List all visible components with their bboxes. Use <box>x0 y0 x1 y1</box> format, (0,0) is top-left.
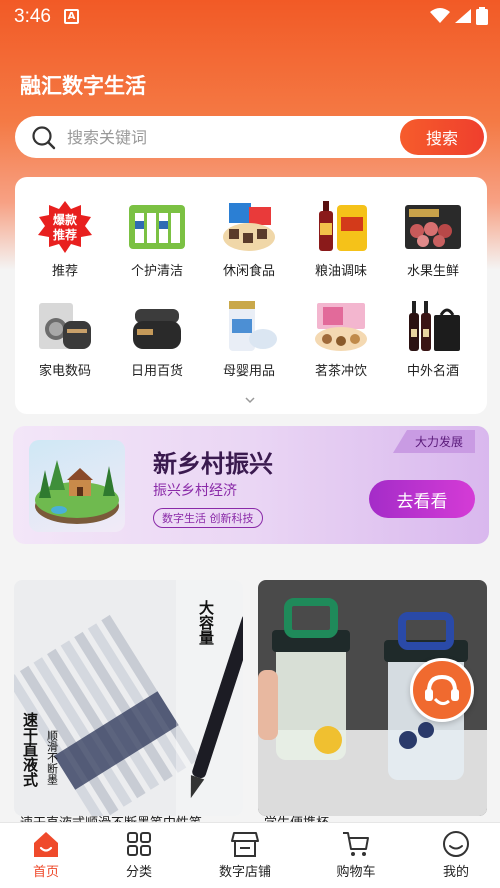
search-input[interactable] <box>67 116 397 158</box>
category-item-baby[interactable]: 母婴用品 <box>203 299 295 379</box>
wine-icon <box>403 299 463 355</box>
banner-subtitle: 振兴乡村经济 <box>153 483 237 499</box>
category-label: 中外名酒 <box>406 364 459 379</box>
grain-oil-icon <box>311 199 371 255</box>
home-icon <box>34 832 58 857</box>
snack-food-icon <box>219 199 279 255</box>
search-icon <box>32 126 56 150</box>
app-title: 融汇数字生活 <box>20 74 146 98</box>
notification-icon: A <box>64 9 79 24</box>
badge-line2: 推荐 <box>53 227 77 242</box>
store-icon <box>231 832 259 857</box>
category-label: 母婴用品 <box>222 364 275 379</box>
badge-line1: 爆款 <box>53 212 78 227</box>
category-item-daily-goods[interactable]: 日用百货 <box>111 299 203 379</box>
tab-label: 购物车 <box>336 865 376 880</box>
search-bar[interactable]: 搜索 <box>15 116 487 158</box>
category-item-grain-oil[interactable]: 粮油调味 <box>295 199 387 279</box>
category-label: 个护清洁 <box>130 264 183 279</box>
banner-tag: 大力发展 <box>392 430 475 453</box>
tab-label: 分类 <box>125 865 152 880</box>
category-item-snacks[interactable]: 休闲食品 <box>203 199 295 279</box>
category-item-personal-care[interactable]: 个护清洁 <box>111 199 203 279</box>
bottom-tab-bar: 首页 分类 数字店铺 购物车 我的 <box>0 822 500 888</box>
pen-overlay-mid: 顺滑不断墨 <box>46 730 59 785</box>
personal-care-icon <box>127 199 187 255</box>
tab-label: 我的 <box>442 865 469 880</box>
baby-products-icon <box>219 299 279 355</box>
appliance-icon <box>35 299 95 355</box>
category-grid-icon <box>127 832 151 856</box>
profile-icon <box>443 831 469 857</box>
tab-digital-store[interactable]: 数字店铺 <box>195 829 295 880</box>
banner-pill: 数字生活 创新科技 <box>153 508 263 528</box>
pen-overlay-left: 速干直液式 <box>21 711 39 788</box>
category-item-wine[interactable]: 中外名酒 <box>387 299 479 379</box>
category-label: 水果生鲜 <box>406 264 459 279</box>
village-illustration <box>29 440 125 532</box>
status-time: 3:46 <box>14 6 51 27</box>
pen-overlay-top: 大容量 <box>197 599 215 645</box>
category-label: 日用百货 <box>130 364 183 379</box>
tea-drinks-icon <box>311 299 371 355</box>
category-item-recommend[interactable]: 爆款 推荐 推荐 <box>19 199 111 279</box>
tab-home[interactable]: 首页 <box>0 829 96 880</box>
tab-label: 首页 <box>32 865 59 880</box>
banner-title: 新乡村振兴 <box>153 450 273 478</box>
cart-icon <box>343 832 369 856</box>
wifi-icon <box>430 8 450 23</box>
tab-label: 数字店铺 <box>218 865 271 880</box>
category-label: 家电数码 <box>38 364 91 379</box>
signal-icon <box>455 9 471 23</box>
category-label: 茗茶冲饮 <box>314 364 367 379</box>
customer-service-button[interactable] <box>410 658 474 722</box>
product-image: 大容量 速干直液式 顺滑不断墨 <box>14 580 243 816</box>
product-card[interactable]: 大容量 速干直液式 顺滑不断墨 <box>14 580 243 816</box>
category-grid: 爆款 推荐 推荐 个护清洁 休闲食品 粮油调味 水果生鲜 家电数码 日用百货 母… <box>15 177 487 414</box>
banner-go-button[interactable]: 去看看 <box>369 480 475 518</box>
rural-revitalization-banner[interactable]: 大力发展 新乡村振兴 振兴乡村经济 数字生活 创新科技 去看看 <box>13 426 489 544</box>
fresh-fruit-icon <box>403 199 463 255</box>
category-label: 粮油调味 <box>314 264 367 279</box>
chevron-down-icon[interactable] <box>243 395 257 405</box>
tab-cart[interactable]: 购物车 <box>306 829 406 880</box>
daily-goods-icon <box>127 299 187 355</box>
search-button[interactable]: 搜索 <box>400 119 484 155</box>
category-item-appliances[interactable]: 家电数码 <box>19 299 111 379</box>
status-bar: 3:46 A <box>0 0 500 34</box>
battery-icon <box>476 7 488 25</box>
category-label: 休闲食品 <box>222 264 275 279</box>
headset-icon <box>425 674 459 706</box>
hot-recommend-icon: 爆款 推荐 <box>35 199 95 255</box>
category-label: 推荐 <box>51 264 78 279</box>
category-item-tea[interactable]: 茗茶冲饮 <box>295 299 387 379</box>
tab-category[interactable]: 分类 <box>89 829 189 880</box>
tab-profile[interactable]: 我的 <box>406 829 500 880</box>
category-item-fresh-fruit[interactable]: 水果生鲜 <box>387 199 479 279</box>
